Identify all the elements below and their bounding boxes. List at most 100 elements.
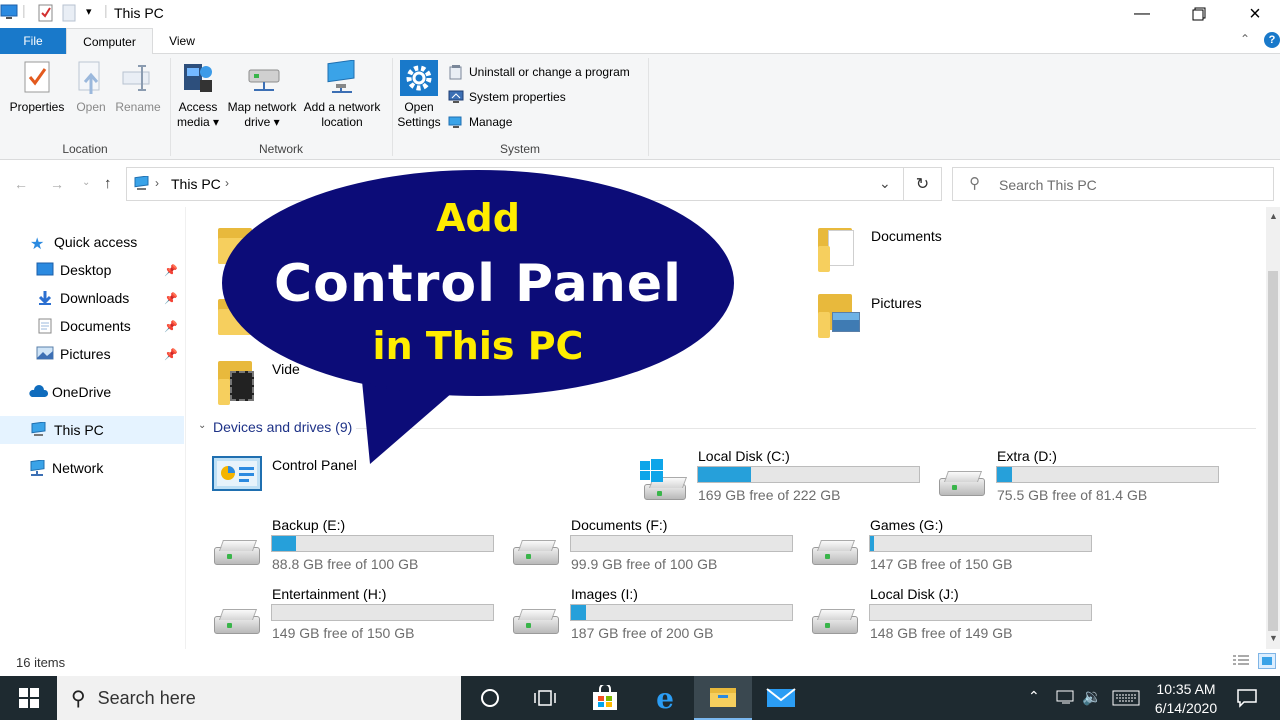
sidebar-item-desktop[interactable]: Desktop 📌: [36, 256, 184, 284]
map-network-drive-button[interactable]: Map network drive ▾: [224, 60, 300, 130]
drive-tile-g[interactable]: Games (G:) 147 GB free of 150 GB: [810, 517, 1100, 579]
computer-icon[interactable]: [0, 3, 20, 21]
drive-tile-h[interactable]: Entertainment (H:) 149 GB free of 150 GB: [212, 586, 502, 648]
sidebar-item-this-pc[interactable]: This PC: [0, 416, 184, 444]
item-count: 16 items: [16, 655, 66, 670]
pin-icon[interactable]: 📌: [164, 348, 178, 361]
open-settings-button[interactable]: Open Settings: [396, 60, 442, 130]
pin-icon[interactable]: 📌: [164, 264, 178, 277]
drive-free-space: 169 GB free of 222 GB: [698, 487, 841, 503]
forward-button[interactable]: →: [50, 176, 64, 192]
drive-tile-j[interactable]: Local Disk (J:) 148 GB free of 149 GB: [810, 586, 1100, 648]
taskbar-clock[interactable]: 10:35 AM 6/14/2020: [1148, 680, 1224, 718]
scrollbar-thumb[interactable]: [1268, 271, 1278, 631]
drive-tile-e[interactable]: Backup (E:) 88.8 GB free of 100 GB: [212, 517, 502, 579]
sidebar-item-quick-access[interactable]: ★ Quick access: [30, 228, 184, 256]
collapse-group-chevron-icon[interactable]: ⌄: [198, 420, 206, 431]
taskbar-search-box[interactable]: ⚲ Search here: [57, 676, 461, 720]
ribbon-separator: [648, 58, 649, 156]
manage-button[interactable]: Manage: [448, 112, 512, 132]
sidebar-item-pictures[interactable]: Pictures 📌: [36, 340, 184, 368]
properties-button[interactable]: Properties: [6, 60, 68, 115]
devices-and-drives-header[interactable]: Devices and drives (9): [213, 419, 352, 435]
system-properties-button[interactable]: System properties: [448, 87, 566, 107]
maximize-button[interactable]: [1176, 0, 1222, 28]
file-explorer-taskbar-button[interactable]: [694, 676, 752, 720]
start-button[interactable]: [0, 676, 57, 720]
uninstall-program-button[interactable]: Uninstall or change a program: [448, 62, 630, 82]
back-button[interactable]: ←: [14, 176, 28, 192]
drive-tile-i[interactable]: Images (I:) 187 GB free of 200 GB: [511, 586, 801, 648]
this-pc-address-icon: [133, 175, 151, 197]
recent-locations-dropdown[interactable]: ⌄: [82, 177, 90, 188]
folder-label-pictures[interactable]: Pictures: [871, 295, 922, 311]
overlay-title-line1: Add: [436, 196, 520, 240]
drive-name: Local Disk (C:): [698, 448, 790, 464]
properties-label: Properties: [9, 100, 65, 114]
scroll-down-icon[interactable]: ▼: [1269, 633, 1278, 643]
drive-name: Documents (F:): [571, 517, 668, 533]
address-dropdown-icon[interactable]: ⌄: [879, 175, 891, 192]
cortana-button[interactable]: [461, 676, 519, 720]
system-properties-icon: [448, 89, 464, 105]
keyboard-icon[interactable]: [1112, 690, 1140, 711]
control-panel-icon[interactable]: [212, 455, 264, 493]
drive-tile-f[interactable]: Documents (F:) 99.9 GB free of 100 GB: [511, 517, 801, 579]
customize-qa-dropdown-icon[interactable]: ▾: [86, 5, 92, 18]
folder-label-documents[interactable]: Documents: [871, 228, 942, 244]
search-box[interactable]: ⚲ Search This PC: [952, 167, 1274, 201]
details-view-icon[interactable]: [1232, 654, 1250, 673]
pictures-folder-icon[interactable]: [818, 290, 860, 338]
network-group-label: Network: [258, 142, 303, 156]
network-drive-icon: [246, 60, 280, 94]
mail-button[interactable]: [752, 676, 810, 720]
drive-tile-c[interactable]: Local Disk (C:) 169 GB free of 222 GB: [638, 448, 928, 510]
add-network-location-label-2: location: [321, 115, 363, 129]
tab-computer[interactable]: Computer: [66, 28, 153, 55]
edge-button[interactable]: e: [636, 676, 694, 720]
open-settings-label-2: Settings: [397, 115, 441, 129]
help-icon[interactable]: ?: [1264, 32, 1280, 48]
taskbar-search-placeholder[interactable]: Search here: [98, 688, 196, 709]
open-button[interactable]: Open: [70, 60, 112, 115]
drive-name: Images (I:): [571, 586, 638, 602]
minimize-button[interactable]: —: [1119, 0, 1165, 28]
show-hidden-icons-chevron-icon[interactable]: ⌃: [1028, 688, 1040, 705]
tab-file[interactable]: File: [0, 28, 66, 54]
up-button[interactable]: ↑: [104, 175, 112, 192]
notifications-icon[interactable]: [1236, 688, 1258, 713]
drive-tile-d[interactable]: Extra (D:) 75.5 GB free of 81.4 GB: [937, 448, 1227, 510]
scroll-up-icon[interactable]: ▲: [1269, 211, 1278, 221]
add-network-location-button[interactable]: Add a network location: [300, 59, 384, 130]
sidebar-label: OneDrive: [52, 384, 112, 400]
network-tray-icon[interactable]: [1056, 689, 1076, 712]
close-button[interactable]: ×: [1232, 0, 1278, 28]
sidebar-item-downloads[interactable]: Downloads 📌: [36, 284, 184, 312]
breadcrumb-chevron-icon[interactable]: ›: [155, 176, 159, 190]
access-media-button[interactable]: Access media ▾: [174, 60, 222, 130]
volume-icon[interactable]: 🔉: [1082, 687, 1102, 707]
store-button[interactable]: [576, 676, 634, 720]
breadcrumb-chevron-icon[interactable]: ›: [225, 176, 229, 190]
search-placeholder[interactable]: Search This PC: [999, 177, 1097, 193]
collapse-ribbon-icon[interactable]: ⌃: [1240, 32, 1250, 46]
breadcrumb-this-pc[interactable]: This PC: [171, 176, 221, 192]
properties-quick-icon[interactable]: [38, 4, 54, 25]
windows-logo-icon: [18, 688, 39, 708]
vertical-scrollbar[interactable]: ▲ ▼: [1266, 207, 1280, 649]
documents-folder-icon[interactable]: [818, 224, 854, 272]
large-icons-view-icon[interactable]: [1258, 653, 1276, 669]
sidebar-item-documents[interactable]: Documents 📌: [36, 312, 184, 340]
open-icon: [75, 60, 107, 94]
tab-view[interactable]: View: [153, 28, 211, 54]
new-folder-quick-icon[interactable]: [62, 4, 76, 25]
star-icon: ★: [30, 236, 45, 253]
pin-icon[interactable]: 📌: [164, 292, 178, 305]
drive-usage-bar: [869, 535, 1092, 552]
rename-button[interactable]: Rename: [112, 60, 164, 115]
refresh-button[interactable]: ↻: [904, 167, 942, 201]
sidebar-item-network[interactable]: Network: [28, 454, 184, 482]
sidebar-item-onedrive[interactable]: OneDrive: [28, 378, 184, 406]
pin-icon[interactable]: 📌: [164, 320, 178, 333]
task-view-button[interactable]: [516, 676, 574, 720]
